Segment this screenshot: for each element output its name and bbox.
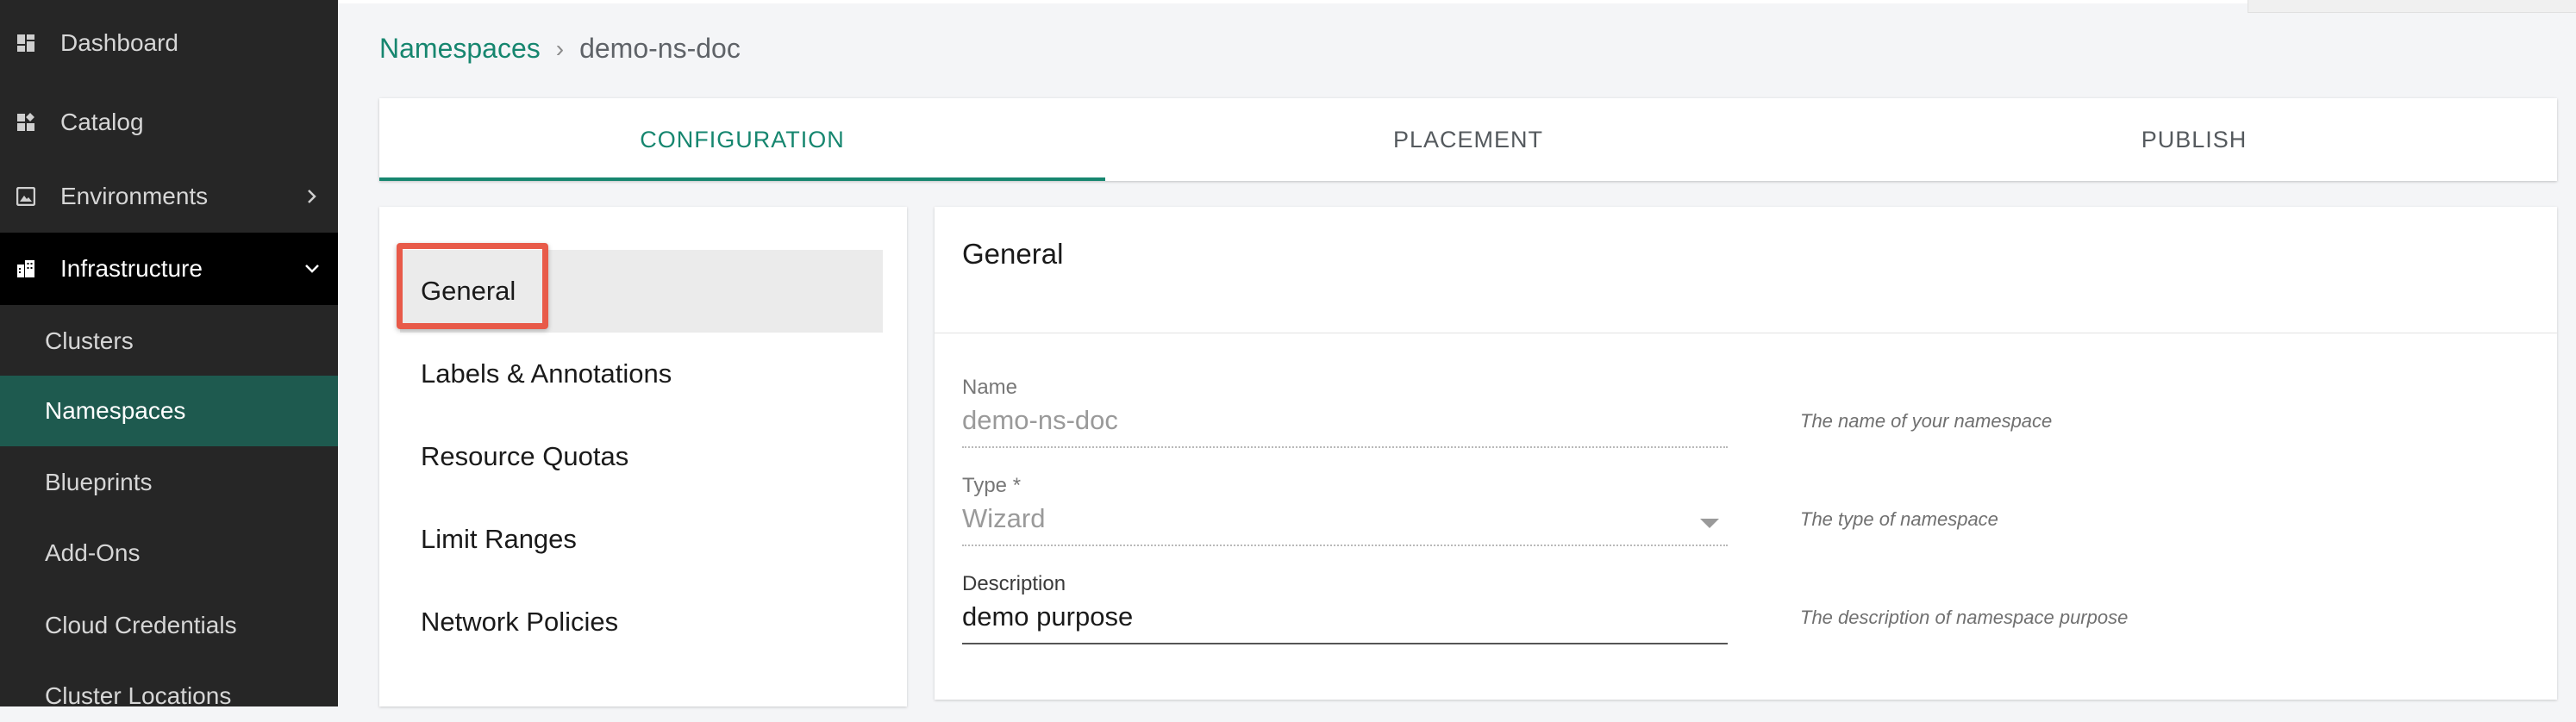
menu-item-labels-annotations[interactable]: Labels & Annotations	[400, 333, 883, 415]
sidebar-item-blueprints[interactable]: Blueprints	[0, 457, 338, 508]
type-select[interactable]: Wizard	[962, 503, 1728, 534]
sidebar-item-label: Environments	[60, 183, 209, 209]
sidebar: Dashboard Catalog Environments Infrastru…	[0, 0, 338, 709]
breadcrumb-current: demo-ns-doc	[579, 33, 741, 64]
type-helper-text: The type of namespace	[1800, 508, 1998, 530]
card-title: General	[962, 238, 1064, 270]
name-field: Name demo-ns-doc	[962, 376, 1728, 453]
tab-configuration[interactable]: CONFIGURATION	[379, 98, 1105, 181]
sidebar-item-label: Add-Ons	[45, 539, 141, 566]
sidebar-item-label: Namespaces	[45, 397, 186, 424]
description-label: Description	[962, 572, 1066, 595]
catalog-icon	[16, 112, 36, 133]
section-menu: General Labels & Annotations Resource Qu…	[379, 207, 907, 706]
top-strip	[338, 0, 2576, 3]
name-underline	[962, 446, 1728, 448]
menu-item-label: Resource Quotas	[421, 441, 629, 471]
breadcrumb: Namespaces › demo-ns-doc	[379, 33, 741, 65]
dropdown-arrow-icon	[1700, 519, 1719, 528]
type-label: Type *	[962, 474, 1022, 497]
sidebar-item-clusters[interactable]: Clusters	[0, 315, 338, 367]
menu-item-label: General	[421, 276, 516, 306]
name-input[interactable]: demo-ns-doc	[962, 405, 1728, 436]
name-label: Name	[962, 376, 1018, 399]
sidebar-item-catalog[interactable]: Catalog	[0, 98, 338, 146]
sidebar-item-label: Catalog	[60, 109, 144, 135]
menu-item-label: Limit Ranges	[421, 524, 577, 554]
sidebar-item-environments[interactable]: Environments	[0, 172, 338, 221]
menu-item-resource-quotas[interactable]: Resource Quotas	[400, 415, 883, 498]
general-card: General Name demo-ns-doc The name of you…	[935, 207, 2557, 700]
sidebar-item-label: Dashboard	[60, 29, 178, 56]
chevron-right-icon	[302, 186, 322, 207]
sidebar-item-label: Cloud Credentials	[45, 612, 237, 638]
sidebar-item-add-ons[interactable]: Add-Ons	[0, 527, 338, 579]
tab-bar: CONFIGURATION PLACEMENT PUBLISH	[379, 98, 2557, 181]
tab-publish[interactable]: PUBLISH	[1831, 98, 2557, 181]
menu-item-general[interactable]: General	[397, 243, 883, 333]
description-input[interactable]: demo purpose	[962, 601, 1728, 632]
sidebar-item-label: Clusters	[45, 327, 134, 354]
sidebar-item-namespaces[interactable]: Namespaces	[0, 376, 338, 446]
dashboard-icon	[16, 33, 36, 53]
main-content: Namespaces › demo-ns-doc CONFIGURATION P…	[338, 0, 2576, 706]
description-field: Description demo purpose	[962, 572, 1728, 650]
sidebar-item-infrastructure[interactable]: Infrastructure	[0, 233, 338, 305]
sidebar-item-label: Infrastructure	[60, 255, 203, 282]
top-right-panel	[2248, 0, 2576, 13]
menu-item-network-policies[interactable]: Network Policies	[400, 581, 883, 663]
sidebar-item-label: Blueprints	[45, 469, 153, 495]
breadcrumb-separator: ›	[555, 34, 565, 62]
type-field: Type * Wizard	[962, 474, 1728, 551]
menu-item-label: Labels & Annotations	[421, 358, 672, 389]
menu-item-label: Network Policies	[421, 607, 619, 637]
sidebar-item-cluster-locations[interactable]: Cluster Locations	[0, 670, 338, 722]
image-icon	[16, 186, 36, 207]
sidebar-item-dashboard[interactable]: Dashboard	[0, 19, 338, 67]
sidebar-item-label: Cluster Locations	[45, 682, 232, 709]
tab-placement[interactable]: PLACEMENT	[1105, 98, 1831, 181]
building-icon	[16, 258, 36, 279]
breadcrumb-namespaces-link[interactable]: Namespaces	[379, 33, 541, 65]
name-helper-text: The name of your namespace	[1800, 410, 2053, 432]
sidebar-item-cloud-credentials[interactable]: Cloud Credentials	[0, 600, 338, 651]
description-underline	[962, 643, 1728, 644]
description-helper-text: The description of namespace purpose	[1800, 607, 2129, 628]
menu-item-limit-ranges[interactable]: Limit Ranges	[400, 498, 883, 581]
type-underline	[962, 545, 1728, 546]
chevron-down-icon	[302, 258, 322, 279]
